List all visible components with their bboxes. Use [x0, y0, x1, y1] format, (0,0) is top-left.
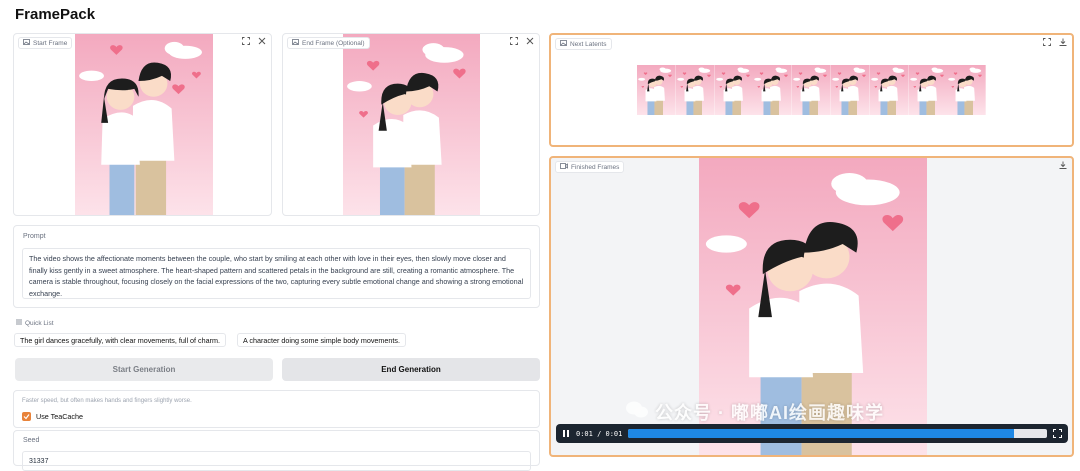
watermark: 公众号 · 嘟嘟AI绘画趣味学: [625, 399, 884, 425]
next-latents-image: [637, 65, 987, 115]
quick-list-item[interactable]: A character doing some simple body movem…: [237, 333, 407, 347]
quick-list-label: Quick List: [25, 319, 54, 327]
start-frame-image: [75, 34, 213, 216]
image-icon: [292, 39, 299, 47]
start-frame-label: Start Frame: [33, 39, 68, 47]
finished-frames-label: Finished Frames: [571, 163, 620, 171]
quick-list-item[interactable]: The girl dances gracefully, with clear m…: [14, 333, 226, 347]
prompt-label: Prompt: [23, 233, 46, 240]
fullscreen-icon[interactable]: [1042, 37, 1052, 47]
seed-label: Seed: [23, 437, 40, 444]
end-frame-label: End Frame (Optional): [302, 39, 365, 47]
teacache-label: Use TeaCache: [36, 412, 84, 421]
list-icon: [16, 319, 22, 327]
video-icon: [560, 163, 568, 171]
wechat-icon: [625, 400, 649, 425]
next-latents-label-tag: Next Latents: [555, 38, 612, 50]
video-time: 0:01 / 0:01: [576, 429, 623, 438]
finished-frames-label-tag: Finished Frames: [555, 161, 625, 173]
watermark-text: 公众号 · 嘟嘟AI绘画趣味学: [655, 403, 884, 423]
download-icon[interactable]: [1058, 37, 1068, 47]
download-icon[interactable]: [1058, 160, 1068, 170]
teacache-block: Faster speed, but often makes hands and …: [13, 390, 540, 428]
start-generation-button[interactable]: Start Generation: [15, 358, 273, 381]
seed-block: Seed 31337: [13, 430, 540, 471]
next-latents-label: Next Latents: [570, 40, 607, 48]
image-icon: [560, 40, 567, 48]
teacache-row[interactable]: Use TeaCache: [22, 412, 83, 421]
quick-list-label-row: Quick List: [16, 319, 54, 327]
fullscreen-icon[interactable]: [241, 36, 251, 46]
pause-icon[interactable]: [562, 425, 570, 443]
teacache-checkbox[interactable]: [22, 412, 31, 421]
close-icon[interactable]: [257, 36, 267, 46]
next-latents-panel: Next Latents: [549, 33, 1074, 147]
end-frame-panel[interactable]: End Frame (Optional): [282, 33, 540, 216]
start-frame-panel[interactable]: Start Frame: [13, 33, 272, 216]
end-generation-button[interactable]: End Generation: [282, 358, 540, 381]
video-progress-fill: [628, 429, 1014, 438]
close-icon[interactable]: [525, 36, 535, 46]
video-controls: 0:01 / 0:01: [556, 424, 1068, 443]
video-fullscreen-icon[interactable]: [1053, 425, 1062, 443]
prompt-block: Prompt The video shows the affectionate …: [13, 225, 540, 308]
app-title: FramePack: [15, 6, 96, 23]
start-frame-label-tag: Start Frame: [18, 37, 73, 49]
teacache-info: Faster speed, but often makes hands and …: [22, 398, 192, 404]
fullscreen-icon[interactable]: [509, 36, 519, 46]
seed-input[interactable]: 31337: [22, 451, 531, 471]
video-progress-bar[interactable]: [628, 429, 1047, 438]
prompt-textarea[interactable]: The video shows the affectionate moments…: [22, 248, 531, 299]
end-frame-image: [343, 34, 480, 216]
image-icon: [23, 39, 30, 47]
end-frame-label-tag: End Frame (Optional): [287, 37, 370, 49]
